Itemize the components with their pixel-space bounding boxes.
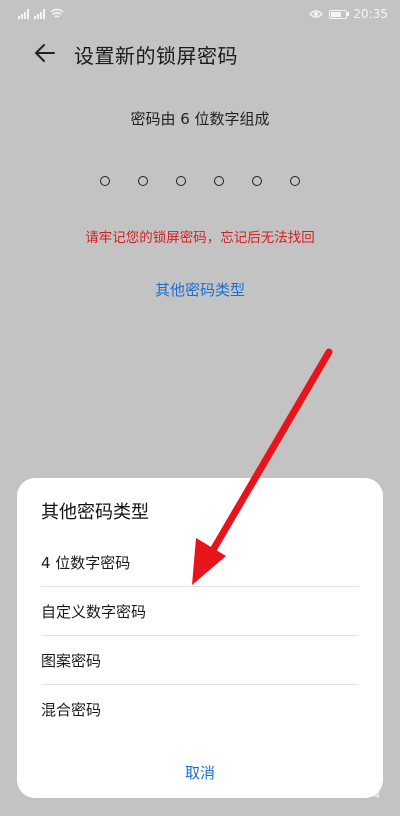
- option-pattern[interactable]: 图案密码: [41, 636, 359, 684]
- status-time: 20:35: [353, 7, 388, 21]
- option-custom-numeric-pin[interactable]: 自定义数字密码: [41, 587, 359, 635]
- cancel-button[interactable]: 取消: [17, 762, 383, 783]
- wifi-icon: [50, 8, 64, 18]
- pin-dot: [176, 176, 186, 186]
- pin-dot: [252, 176, 262, 186]
- eye-icon: [309, 10, 324, 18]
- pin-dots[interactable]: [100, 176, 300, 186]
- signal-icon-2: [34, 9, 45, 19]
- option-mixed-password[interactable]: 混合密码: [41, 685, 359, 733]
- status-left: [18, 6, 64, 22]
- battery-icon: [329, 9, 350, 19]
- pin-dot: [290, 176, 300, 186]
- page-title: 设置新的锁屏密码: [74, 44, 238, 68]
- pin-dot: [214, 176, 224, 186]
- sheet-title: 其他密码类型: [41, 502, 149, 523]
- other-password-types-link[interactable]: 其他密码类型: [0, 279, 400, 300]
- signal-icon: [18, 9, 29, 19]
- watermark-logo: Bai百: [329, 780, 382, 801]
- pin-warning: 请牢记您的锁屏密码，忘记后无法找回: [85, 230, 315, 246]
- pin-dot: [138, 176, 148, 186]
- status-right: 20:35: [309, 5, 388, 23]
- arrow-left-icon[interactable]: [34, 42, 56, 64]
- option-4-digit-pin[interactable]: 4 位数字密码: [41, 538, 359, 586]
- pin-hint: 密码由 6 位数字组成: [130, 110, 270, 128]
- pin-dot: [100, 176, 110, 186]
- status-bar: 20:35: [0, 0, 400, 28]
- password-type-sheet: 其他密码类型 4 位数字密码 自定义数字密码 图案密码 混合密码 取消: [17, 478, 383, 798]
